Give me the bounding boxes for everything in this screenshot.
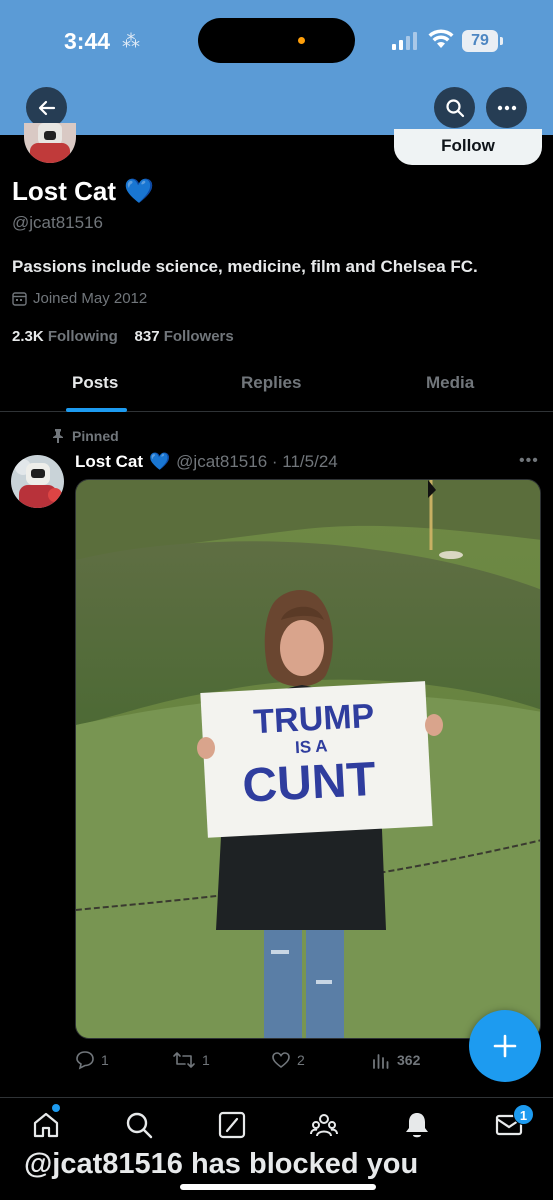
tab-posts[interactable]: Posts — [72, 373, 118, 393]
blue-heart-emoji: 💙 — [124, 178, 154, 205]
messages-badge: 1 — [513, 1104, 534, 1125]
repost-button[interactable]: 1 — [172, 1050, 210, 1070]
follow-button[interactable]: Follow — [394, 129, 542, 165]
reply-icon — [76, 1051, 94, 1070]
post-author-avatar[interactable] — [11, 455, 64, 508]
home-icon[interactable] — [31, 1110, 61, 1140]
back-button[interactable] — [26, 87, 67, 128]
post-meta: @jcat81516 · 11/5/24 — [176, 452, 338, 471]
followers-label: Followers — [163, 328, 234, 345]
followers-link[interactable]: 837 Followers — [135, 328, 234, 345]
blocked-caption: @jcat81516 has blocked you — [24, 1148, 419, 1180]
following-link[interactable]: 2.3K Following — [12, 328, 118, 345]
plus-icon — [493, 1034, 517, 1058]
tab-media[interactable]: Media — [426, 373, 474, 393]
status-bar: 3:44 ⁂ 79 — [0, 18, 553, 64]
heart-icon — [272, 1052, 290, 1069]
active-tab-indicator — [66, 408, 127, 412]
pin-icon — [53, 429, 63, 443]
follow-stats: 2.3K Following 837 Followers — [12, 328, 234, 345]
calendar-icon — [12, 292, 27, 306]
wifi-icon — [428, 29, 454, 48]
home-indicator — [180, 1184, 376, 1190]
grok-icon[interactable] — [217, 1110, 247, 1140]
following-label: Following — [47, 328, 118, 345]
blue-heart-emoji: 💙 — [149, 452, 171, 471]
tab-replies[interactable]: Replies — [241, 373, 301, 393]
like-button[interactable]: 2 — [271, 1050, 305, 1070]
privacy-indicator-dot — [298, 37, 305, 44]
activity-icon: ⁂ — [122, 31, 140, 51]
search-icon[interactable] — [124, 1110, 154, 1140]
profile-bio: Passions include science, medicine, film… — [12, 257, 478, 276]
reply-count: 1 — [101, 1052, 109, 1068]
post-header: Lost Cat 💙 @jcat81516 · 11/5/24 — [75, 452, 338, 472]
sign-line-2: IS A — [295, 736, 328, 757]
post-more-icon[interactable]: ••• — [519, 452, 539, 470]
profile-name-row: Lost Cat 💙 — [12, 176, 154, 207]
compose-post-button[interactable] — [469, 1010, 541, 1082]
home-new-content-dot — [52, 1104, 60, 1112]
profile-handle: @jcat81516 — [12, 213, 103, 232]
pinned-text: Pinned — [72, 428, 119, 444]
profile-display-name: Lost Cat — [12, 176, 116, 206]
profile-avatar[interactable] — [24, 123, 76, 163]
post-image[interactable]: TRUMP IS A CUNT — [75, 479, 541, 1039]
battery-nub — [500, 37, 503, 45]
dynamic-island — [198, 18, 355, 63]
pinned-label: Pinned — [52, 428, 119, 444]
followers-count: 837 — [134, 328, 160, 345]
search-icon — [445, 98, 464, 117]
sign-line-1: TRUMP — [252, 697, 375, 741]
communities-icon[interactable] — [309, 1110, 339, 1140]
views-icon — [373, 1054, 389, 1069]
post-author-name[interactable]: Lost Cat — [75, 452, 143, 472]
view-count: 362 — [397, 1052, 421, 1068]
protest-sign: TRUMP IS A CUNT — [200, 681, 433, 838]
views-button[interactable]: 362 — [371, 1050, 420, 1070]
status-time: 3:44 — [64, 28, 111, 54]
sign-line-3: CUNT — [241, 753, 377, 813]
repost-icon — [173, 1052, 195, 1068]
reply-button[interactable]: 1 — [75, 1050, 109, 1070]
arrow-left-icon — [38, 100, 55, 115]
battery-indicator: 79 — [462, 30, 498, 52]
notifications-bell-icon[interactable] — [402, 1110, 432, 1140]
search-button[interactable] — [434, 87, 475, 128]
like-count: 2 — [297, 1052, 305, 1068]
joined-date: Joined May 2012 — [12, 290, 147, 307]
cellular-signal-icon — [392, 32, 417, 50]
joined-text: Joined May 2012 — [33, 290, 148, 307]
more-horizontal-icon — [497, 105, 516, 110]
post-actions: 1 1 2 362 — [75, 1050, 475, 1074]
more-options-button[interactable] — [486, 87, 527, 128]
following-count: 2.3K — [12, 328, 44, 345]
repost-count: 1 — [202, 1052, 210, 1068]
profile-tabs: Posts Replies Media — [0, 360, 553, 412]
